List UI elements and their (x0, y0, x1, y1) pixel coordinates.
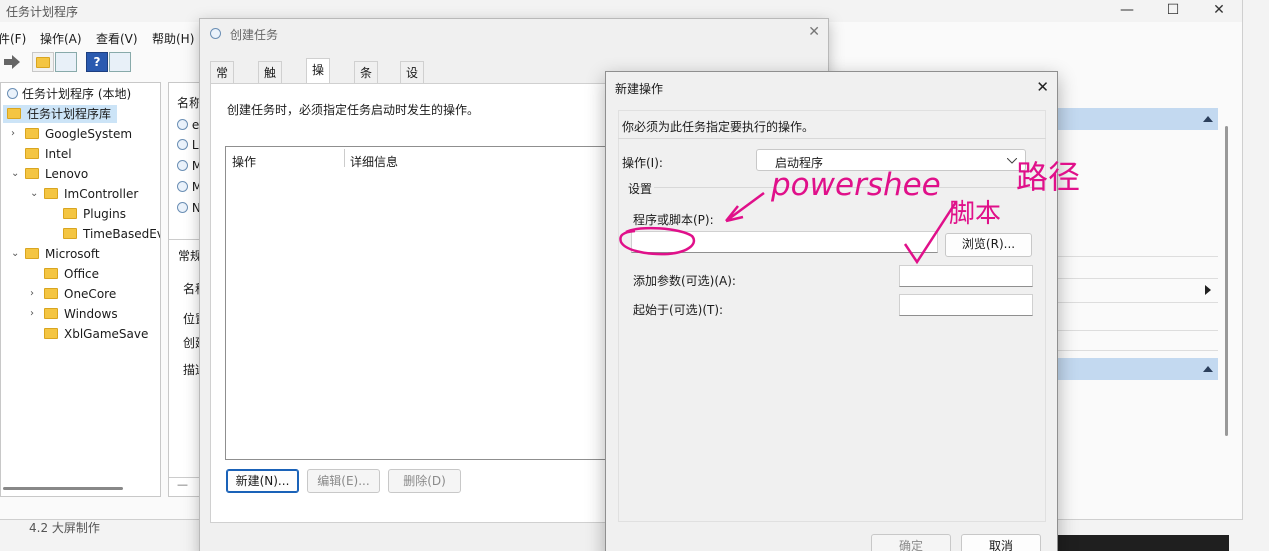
delete-action-button[interactable]: 删除(D) (388, 469, 461, 493)
divider (1055, 278, 1218, 279)
divider (1055, 302, 1218, 303)
menu-help[interactable]: 帮助(H) (152, 30, 194, 47)
tree-item-lenovo[interactable]: ⌄ Lenovo (11, 165, 88, 183)
edit-action-button[interactable]: 编辑(E)... (307, 469, 380, 493)
show-pane-icon[interactable] (55, 52, 77, 72)
tab-triggers[interactable]: 触发器 (258, 61, 283, 124)
folder-icon (44, 188, 58, 199)
menu-file[interactable]: 件(F) (0, 30, 26, 47)
menu-view[interactable]: 查看(V) (96, 30, 138, 47)
tree-item-onecore[interactable]: › OneCore (30, 285, 116, 303)
divider (1055, 330, 1218, 331)
tree-item-googlesystem[interactable]: › GoogleSystem (11, 125, 132, 143)
main-window-title: 任务计划程序 (6, 5, 79, 19)
close-icon[interactable]: ✕ (808, 24, 820, 40)
tree-item-xblgamesave[interactable]: XblGameSave (44, 325, 148, 343)
maximize-button[interactable]: ☐ (1150, 0, 1196, 22)
tree-item-local[interactable]: 任务计划程序 (本地) (7, 85, 131, 103)
group-divider (654, 187, 1042, 188)
folder-icon (63, 208, 77, 219)
collapse-up-icon[interactable] (1203, 365, 1213, 373)
chevron-down-icon (1007, 158, 1017, 164)
tree-item-library[interactable]: 任务计划程序库 (3, 105, 118, 123)
actions-instruction: 创建任务时，必须指定任务启动时发生的操作。 (227, 103, 480, 117)
tree-hscrollbar[interactable] (3, 487, 123, 490)
folder-icon (44, 288, 58, 299)
args-label: 添加参数(可选)(A): (633, 274, 736, 288)
task-row[interactable]: e (177, 118, 199, 132)
clock-icon (7, 88, 18, 99)
divider (1055, 256, 1218, 257)
clock-icon (210, 28, 221, 39)
submenu-arrow-icon[interactable] (1205, 285, 1211, 295)
folder-icon (44, 308, 58, 319)
folder-up-icon[interactable] (32, 52, 54, 72)
tree-item-windows[interactable]: › Windows (30, 305, 118, 323)
ok-button[interactable]: 确定 (871, 534, 951, 551)
action-label: 操作(I): (622, 156, 663, 170)
folder-icon (25, 168, 39, 179)
close-icon[interactable]: ✕ (1036, 78, 1049, 96)
taskbar-fragment (1058, 535, 1229, 551)
selected-item-section-header[interactable] (1055, 358, 1218, 380)
tree-item-imcontroller[interactable]: ⌄ ImController (30, 185, 138, 203)
task-list-pane: 名称 e L M M N 常规 名称 位置 创建 描述 — (168, 82, 207, 497)
folder-icon (44, 328, 58, 339)
action-select-value: 启动程序 (775, 156, 824, 170)
new-action-dialog: 新建操作 ✕ 你必须为此任务指定要执行的操作。 操作(I): 启动程序 设置 程… (605, 71, 1058, 551)
startin-input[interactable] (899, 294, 1033, 316)
folder-icon (25, 248, 39, 259)
folder-icon (25, 128, 39, 139)
program-input[interactable] (631, 231, 938, 253)
action-pane-icon[interactable] (109, 52, 131, 72)
tree-item-timebasedev[interactable]: TimeBasedEv (63, 225, 160, 243)
browse-button[interactable]: 浏览(R)... (945, 233, 1032, 257)
folder-icon (44, 268, 58, 279)
column-separator (344, 149, 345, 167)
create-task-title: 创建任务 (230, 28, 279, 42)
name-column-header: 名称 (177, 96, 202, 110)
minimize-button[interactable]: — (1104, 0, 1150, 22)
column-header-action[interactable]: 操作 (232, 153, 256, 170)
tree-item-intel[interactable]: Intel (25, 145, 72, 163)
startin-label: 起始于(可选)(T): (633, 303, 724, 317)
actions-pane (1055, 106, 1231, 496)
divider (1055, 350, 1218, 351)
new-action-button[interactable]: 新建(N)... (226, 469, 299, 493)
actions-vscrollbar[interactable] (1225, 126, 1228, 436)
new-action-instruction: 你必须为此任务指定要执行的操作。 (622, 120, 815, 134)
new-action-title: 新建操作 (615, 82, 664, 96)
tree-item-plugins[interactable]: Plugins (63, 205, 126, 223)
task-row[interactable]: L (177, 138, 199, 152)
folder-icon (25, 148, 39, 159)
column-header-details[interactable]: 详细信息 (350, 153, 398, 170)
collapse-up-icon[interactable] (1203, 115, 1213, 123)
args-input[interactable] (899, 265, 1033, 287)
menu-action[interactable]: 操作(A) (40, 30, 82, 47)
tab-general[interactable]: 常规 (210, 61, 235, 102)
settings-group-label: 设置 (628, 182, 653, 196)
cancel-button[interactable]: 取消 (961, 534, 1041, 551)
actions-section-header[interactable] (1055, 108, 1218, 130)
library-tree: 任务计划程序 (本地) 任务计划程序库 › GoogleSystem Intel … (0, 82, 161, 497)
close-button[interactable]: ✕ (1196, 0, 1242, 22)
background-document-text: 4.2 大屏制作 (29, 521, 100, 535)
help-icon[interactable]: ? (86, 52, 108, 72)
task-row[interactable]: N (177, 201, 201, 215)
program-label: 程序或脚本(P): (633, 213, 714, 227)
toolbar: ? (0, 50, 200, 76)
tree-item-office[interactable]: Office (44, 265, 99, 283)
action-select[interactable]: 启动程序 (756, 149, 1026, 171)
actions-list[interactable]: 操作 详细信息 (225, 146, 625, 460)
folder-icon (7, 108, 21, 119)
tree-item-microsoft[interactable]: ⌄ Microsoft (11, 245, 100, 263)
tab-settings[interactable]: 设置 (400, 61, 425, 102)
tab-actions[interactable]: 操作 (306, 58, 331, 99)
folder-icon (63, 228, 77, 239)
tab-conditions[interactable]: 条件 (354, 61, 379, 102)
forward-arrow-icon[interactable] (3, 54, 21, 70)
